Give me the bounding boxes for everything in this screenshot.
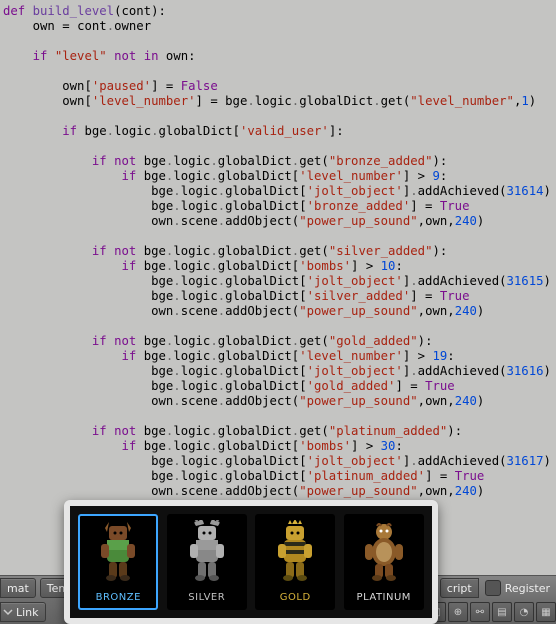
image-icon[interactable]: ▦ [536,602,556,622]
trophy-platinum[interactable]: PLATINUM [344,514,424,610]
trophy-silver[interactable]: SILVER [167,514,247,610]
chain-icon[interactable]: ⚯ [470,602,490,622]
code-editor[interactable]: def build_level(cont): own = cont.owner … [0,0,556,568]
link-label: Link [16,606,39,619]
script-field[interactable]: cript [440,578,479,598]
trophy-silver-image [170,516,244,590]
trophy-gold-label: GOLD [280,590,311,605]
trophy-silver-label: SILVER [188,590,225,605]
format-label: mat [7,582,29,595]
trophy-popup: BRONZE SILVER [64,500,438,624]
trophy-gold[interactable]: GOLD [255,514,335,610]
script-label: cript [447,582,472,595]
trophy-platinum-label: PLATINUM [357,590,411,605]
chevron-icon [3,607,13,617]
format-menu[interactable]: mat [0,578,36,598]
trophy-platinum-image [347,516,421,590]
mask-icon[interactable]: ◔ [514,602,534,622]
trophy-bronze-label: BRONZE [96,590,141,605]
trophy-bronze-image [81,516,155,590]
link-dropdown[interactable]: Link [0,602,46,622]
trophy-bronze[interactable]: BRONZE [78,514,158,610]
trophy-gold-image [258,516,332,590]
register-checkbox[interactable] [485,580,501,596]
globe-icon[interactable]: ⊕ [448,602,468,622]
register-label: Register [505,582,550,595]
mesh-icon[interactable]: ▤ [492,602,512,622]
